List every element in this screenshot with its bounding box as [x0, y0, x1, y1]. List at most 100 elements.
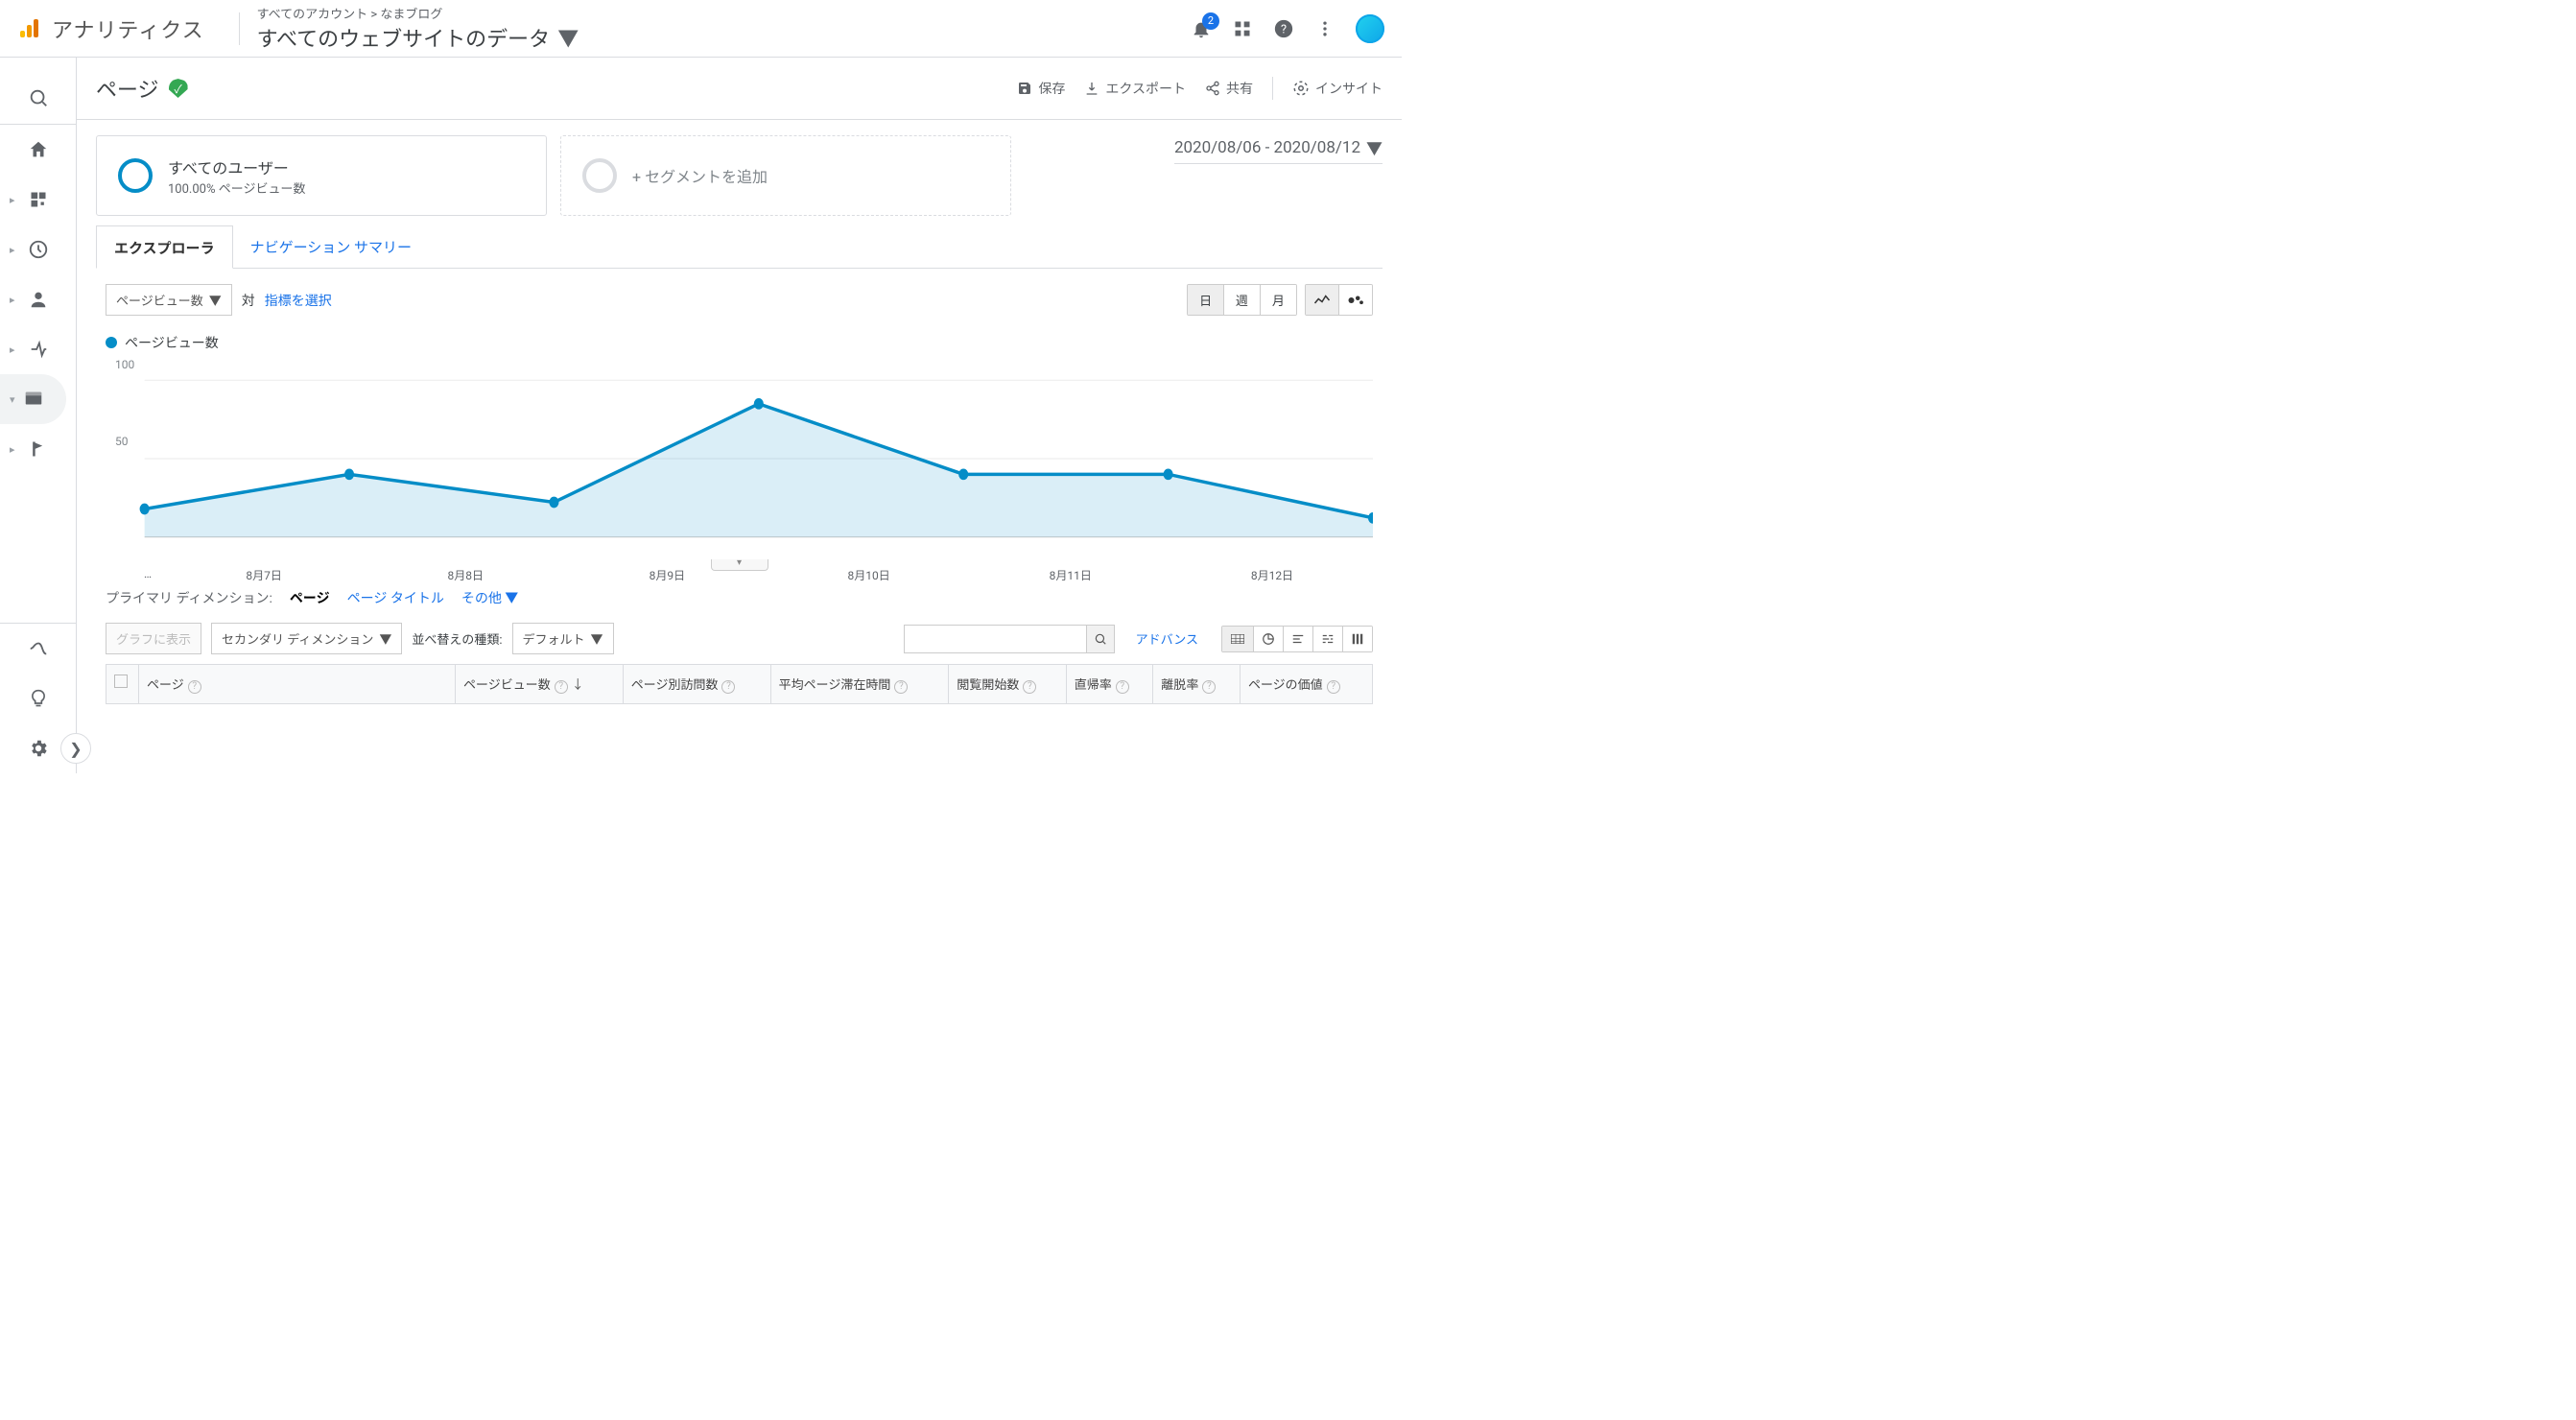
sort-type-dropdown[interactable]: デフォルト ▼	[512, 623, 614, 654]
left-nav: ❯	[0, 58, 77, 773]
x-tick: 8月10日	[768, 567, 970, 583]
help-icon[interactable]: ?	[1116, 680, 1129, 694]
granularity-week[interactable]: 週	[1223, 285, 1260, 315]
y-tick: 100	[115, 358, 134, 371]
help-icon[interactable]: ?	[555, 680, 568, 694]
help-icon[interactable]: ?	[894, 680, 908, 694]
primary-metric-dropdown[interactable]: ページビュー数 ▼	[106, 284, 232, 316]
chart-type-motion[interactable]	[1338, 285, 1372, 315]
col-entrances[interactable]: 閲覧開始数	[957, 678, 1019, 693]
tab-navigation-summary[interactable]: ナビゲーション サマリー	[233, 225, 429, 268]
granularity-group: 日 週 月	[1187, 284, 1297, 316]
add-segment-button[interactable]: + セグメントを追加	[560, 135, 1011, 216]
view-percentage[interactable]	[1253, 627, 1283, 651]
x-tick: 8月7日	[163, 567, 365, 583]
chart-type-line[interactable]	[1306, 285, 1338, 315]
advanced-filter-link[interactable]: アドバンス	[1136, 629, 1198, 648]
view-pivot[interactable]	[1342, 627, 1372, 651]
svg-text:?: ?	[1281, 22, 1287, 36]
nav-discover[interactable]	[0, 674, 76, 723]
help-icon[interactable]: ?	[721, 680, 735, 694]
page-title: ページ	[96, 73, 159, 104]
help-icon[interactable]: ?	[1202, 680, 1216, 694]
nav-customization[interactable]	[0, 175, 76, 225]
nav-search-button[interactable]	[0, 71, 76, 125]
col-page-value[interactable]: ページの価値	[1248, 678, 1323, 693]
view-comparison[interactable]	[1312, 627, 1342, 651]
caret-down-icon: ▼	[557, 22, 579, 53]
legend-label: ページビュー数	[125, 333, 219, 352]
divider	[239, 12, 240, 45]
nav-realtime[interactable]	[0, 225, 76, 274]
account-picker[interactable]: すべてのアカウント > なまブログ すべてのウェブサイトのデータ ▼	[257, 4, 579, 53]
dimension-page-title[interactable]: ページ タイトル	[347, 588, 444, 607]
primary-dimension-label: プライマリ ディメンション:	[106, 588, 272, 607]
breadcrumb-path: すべてのアカウント > なまブログ	[257, 4, 579, 22]
help-icon[interactable]: ?	[1023, 680, 1036, 694]
segment-circle-icon	[118, 158, 153, 193]
view-performance[interactable]	[1283, 627, 1312, 651]
date-range-picker[interactable]: 2020/08/06 - 2020/08/12 ▼	[1174, 135, 1383, 164]
share-button[interactable]: 共有	[1205, 79, 1253, 98]
col-pageviews[interactable]: ページビュー数	[463, 678, 551, 693]
vs-label: 対	[242, 291, 255, 310]
product-logo[interactable]: アナリティクス	[17, 13, 204, 44]
caret-down-icon: ▼	[379, 629, 391, 648]
caret-down-icon: ▼	[1366, 135, 1383, 159]
account-avatar[interactable]	[1356, 14, 1384, 43]
nav-attribution[interactable]	[0, 624, 76, 674]
x-tick: 8月8日	[365, 567, 566, 583]
col-page[interactable]: ページ	[147, 678, 184, 693]
view-data-table[interactable]	[1222, 627, 1253, 651]
select-all-checkbox[interactable]	[114, 674, 128, 688]
tab-explorer[interactable]: エクスプローラ	[96, 225, 233, 269]
line-chart[interactable]: 100 50 … 8月7日	[106, 358, 1373, 559]
more-button[interactable]	[1315, 19, 1335, 38]
current-view-name: すべてのウェブサイトのデータ	[257, 22, 551, 53]
table-search-input[interactable]	[904, 625, 1086, 653]
nav-expand-button[interactable]: ❯	[60, 733, 91, 764]
legend-dot-icon	[106, 337, 117, 348]
analytics-logo-icon	[17, 17, 40, 40]
data-table: ページ? ページビュー数?↓ ページ別訪問数? 平均ページ滞在時間? 閲覧開始数…	[106, 664, 1373, 704]
table-view-group	[1221, 626, 1373, 652]
secondary-dimension-dropdown[interactable]: セカンダリ ディメンション ▼	[211, 623, 402, 654]
granularity-day[interactable]: 日	[1188, 285, 1223, 315]
export-button[interactable]: エクスポート	[1084, 79, 1186, 98]
sort-type-label: 並べ替えの種類:	[412, 629, 502, 648]
nav-home[interactable]	[0, 125, 76, 175]
select-metric-link[interactable]: 指標を選択	[265, 291, 332, 310]
dimension-page[interactable]: ページ	[290, 588, 330, 607]
dimension-other[interactable]: その他 ▼	[461, 588, 518, 607]
nav-conversions[interactable]	[0, 424, 76, 474]
y-tick: 50	[115, 435, 134, 448]
main-content: ページ ✓ 保存 エクスポート 共有 インサ	[77, 58, 1402, 773]
col-unique-pageviews[interactable]: ページ別訪問数	[631, 678, 719, 693]
top-bar: アナリティクス すべてのアカウント > なまブログ すべてのウェブサイトのデータ…	[0, 0, 1402, 58]
segment-circle-icon	[582, 158, 617, 193]
brand-name: アナリティクス	[52, 13, 204, 44]
nav-behavior[interactable]	[0, 374, 66, 424]
plot-rows-button[interactable]: グラフに表示	[106, 623, 201, 654]
segment-title: すべてのユーザー	[168, 155, 305, 178]
chart-resize-handle[interactable]	[711, 559, 768, 571]
col-avg-time[interactable]: 平均ページ滞在時間	[779, 678, 891, 693]
segment-all-users[interactable]: すべてのユーザー 100.00% ページビュー数	[96, 135, 547, 216]
save-button[interactable]: 保存	[1017, 79, 1065, 98]
help-icon[interactable]: ?	[1327, 680, 1340, 694]
col-exit-rate[interactable]: 離脱率	[1161, 678, 1198, 693]
nav-acquisition[interactable]	[0, 324, 76, 374]
verified-shield-icon: ✓	[169, 79, 188, 98]
apps-button[interactable]	[1233, 19, 1252, 38]
table-search-button[interactable]	[1086, 625, 1115, 653]
caret-down-icon: ▼	[209, 291, 222, 309]
x-tick: …	[144, 567, 163, 583]
insight-button[interactable]: インサイト	[1292, 79, 1383, 98]
help-icon[interactable]: ?	[188, 680, 201, 694]
granularity-month[interactable]: 月	[1260, 285, 1296, 315]
x-tick: 8月12日	[1171, 567, 1373, 583]
nav-audience[interactable]	[0, 274, 76, 324]
help-button[interactable]: ?	[1273, 18, 1294, 39]
notifications-button[interactable]: 2	[1191, 18, 1212, 39]
col-bounce-rate[interactable]: 直帰率	[1075, 678, 1112, 693]
